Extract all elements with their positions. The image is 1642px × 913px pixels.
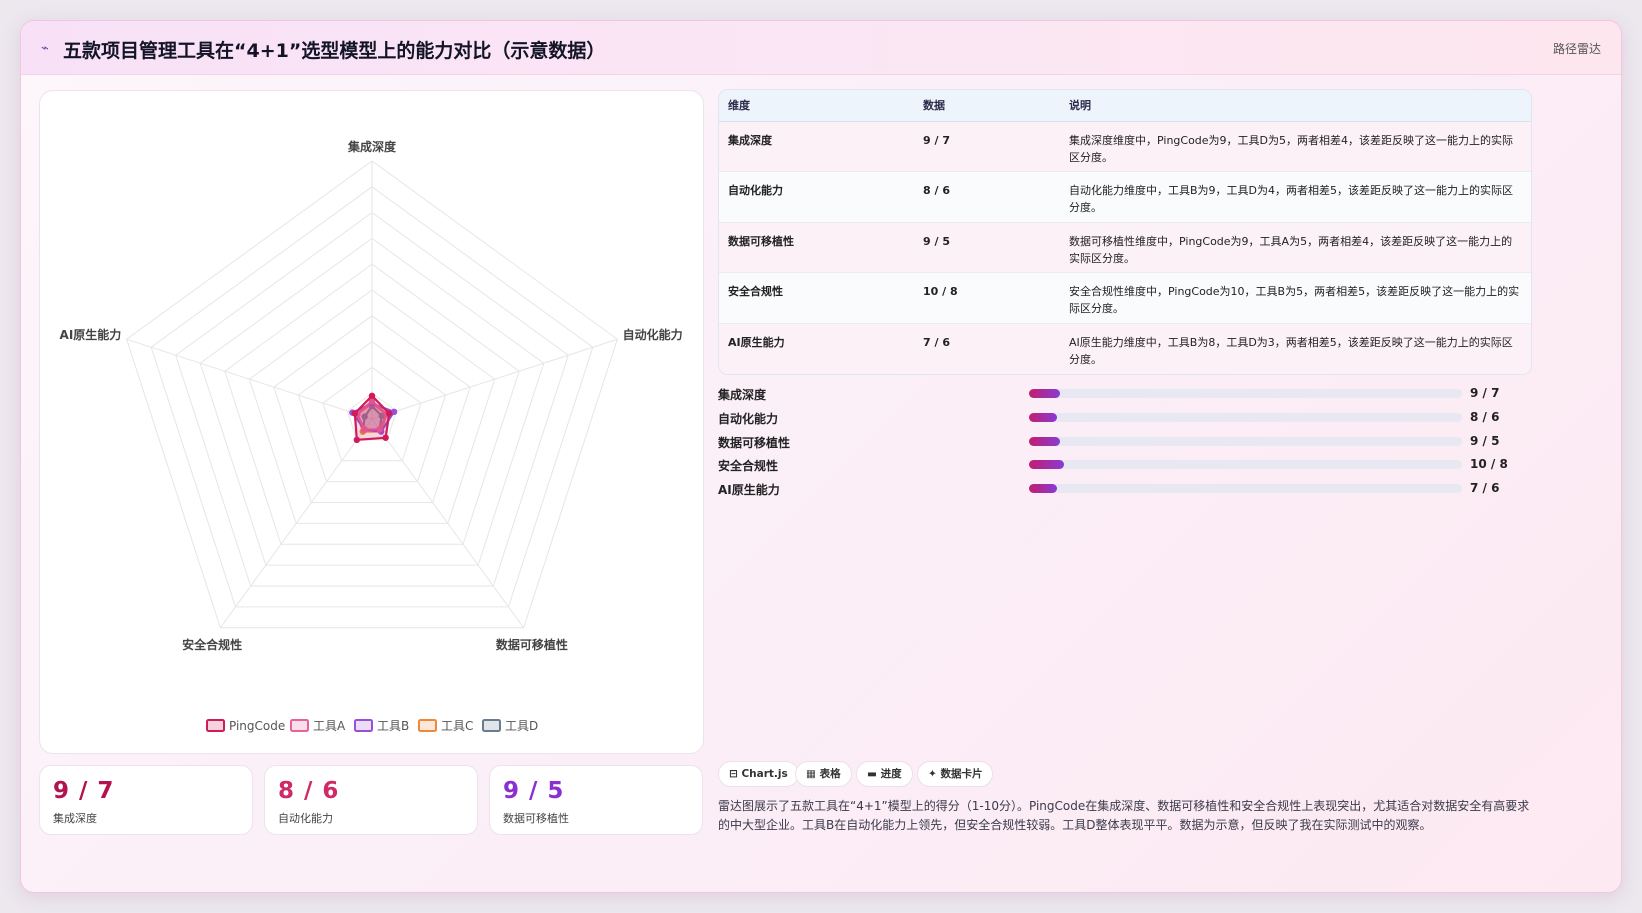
stat-label: 集成深度 [53,812,97,825]
chip-data-card[interactable]: ✦ 数据卡片 [917,761,994,787]
cell-dimension: 集成深度 [719,121,914,173]
progress-value: 7 / 6 [1470,481,1500,496]
table-row: 集成深度 9 / 7 集成深度维度中，PingCode为9，工具D为5，两者相差… [719,121,1531,173]
axis-label: 安全合规性 [182,637,242,652]
legend-label: 工具C [441,719,473,733]
cell-value: 7 / 6 [914,323,1060,374]
stat-value: 9 / 7 [53,778,115,804]
data-table: 维度 数据 说明 集成深度 9 / 7 集成深度维度中，PingCode为9，工… [718,89,1532,375]
stat-card-integration: 9 / 7 集成深度 [39,765,253,835]
stat-card-automation: 8 / 6 自动化能力 [264,765,478,835]
cell-note: 安全合规性维度中，PingCode为10，工具B为5，两者相差5，该差距反映了这… [1060,272,1531,324]
series-point [353,436,361,444]
table-header-row: 维度 数据 说明 [719,90,1531,122]
cell-note: 集成深度维度中，PingCode为9，工具D为5，两者相差4，该差距反映了这一能… [1060,121,1531,173]
chart-line-icon: ⌁ [41,41,49,56]
table-row: 安全合规性 10 / 8 安全合规性维度中，PingCode为10，工具B为5，… [719,272,1531,324]
col-header-data: 数据 [914,90,1060,122]
stat-value: 8 / 6 [278,778,340,804]
progress-label: 安全合规性 [718,459,779,474]
progress-label: AI原生能力 [718,483,780,498]
page-title: 五款项目管理工具在“4+1”选型模型上的能力对比（示意数据） [63,40,606,62]
progress-list: 集成深度 9 / 7 自动化能力 8 / 6 数据可移植性 9 / 5 安全合规… [718,384,1532,503]
cell-dimension: 自动化能力 [719,171,914,223]
progress-row: AI原生能力 7 / 6 [718,479,1532,503]
stat-label: 数据可移植性 [503,812,569,825]
progress-fill [1029,389,1061,398]
cell-value: 10 / 8 [914,272,1060,324]
grid-spoke [126,338,373,420]
col-header-note: 说明 [1060,90,1531,122]
chip-chartjs[interactable]: ⊟ Chart.js [718,761,799,787]
dashboard-card: ⌁ 五款项目管理工具在“4+1”选型模型上的能力对比（示意数据） 路径雷达 集成… [20,20,1622,893]
table-row: 自动化能力 8 / 6 自动化能力维度中，工具B为9，工具D为4，两者相差5，该… [719,171,1531,223]
col-header-dimension: 维度 [719,90,914,122]
progress-value: 9 / 5 [1470,433,1500,448]
header-bar: ⌁ 五款项目管理工具在“4+1”选型模型上的能力对比（示意数据） 路径雷达 [21,21,1621,75]
progress-row: 集成深度 9 / 7 [718,384,1532,408]
legend-label: 工具B [377,719,409,733]
axis-label: AI原生能力 [60,327,122,342]
cell-dimension: 安全合规性 [719,272,914,324]
legend-label: PingCode [229,719,285,733]
progress-row: 安全合规性 10 / 8 [718,455,1532,479]
progress-track [1029,389,1462,398]
cell-value: 9 / 7 [914,121,1060,173]
progress-track [1029,412,1462,422]
legend-swatch [290,719,309,732]
radar-chart: 集成深度自动化能力数据可移植性 安全合规性 AI原生能力 PingCode 工具A 工具B… [60,139,683,733]
table-row: AI原生能力 7 / 6 AI原生能力维度中，工具B为8，工具D为3，两者相差5… [719,323,1531,374]
series-point [382,434,389,441]
cell-value: 9 / 5 [914,222,1060,274]
table-row: 数据可移植性 9 / 5 数据可移植性维度中，PingCode为9，工具A为5，… [719,222,1531,274]
progress-label: 数据可移植性 [718,435,791,450]
progress-label: 集成深度 [718,388,767,402]
chip-progress[interactable]: ▬ 进度 [856,761,913,787]
legend-swatch [482,719,501,732]
cell-value: 8 / 6 [914,171,1060,223]
legend-swatch [418,719,437,732]
progress-track [1029,484,1462,494]
series-point [368,392,376,399]
axis-label: 自动化能力 [623,327,683,342]
progress-track [1029,460,1462,470]
progress-fill [1029,484,1057,494]
progress-row: 数据可移植性 9 / 5 [718,432,1532,456]
radar-chart-panel: 集成深度自动化能力数据可移植性 安全合规性 AI原生能力 PingCode 工具A 工具B… [39,90,704,754]
progress-label: 自动化能力 [718,411,779,426]
axis-label: 数据可移植性 [496,637,568,652]
chip-table[interactable]: ▦ 表格 [795,761,852,787]
series-point [351,410,359,417]
progress-value: 9 / 7 [1470,386,1500,400]
progress-fill [1029,460,1064,470]
cell-note: 数据可移植性维度中，PingCode为9，工具A为5，两者相差4，该差距反映了这… [1060,222,1531,274]
cell-note: 自动化能力维度中，工具B为9，工具D为4，两者相差5，该差距反映了这一能力上的实… [1060,171,1531,223]
stat-card-portability: 9 / 5 数据可移植性 [489,765,703,835]
cell-dimension: AI原生能力 [719,323,914,374]
cell-dimension: 数据可移植性 [719,222,914,274]
progress-fill [1029,436,1061,446]
progress-fill [1029,412,1057,422]
stat-value: 9 / 5 [503,778,565,804]
legend-label: 工具D [505,719,538,733]
legend-swatch [206,719,225,732]
legend-label: 工具A [313,719,346,733]
grid-spoke [371,338,618,420]
series-point [385,410,393,417]
progress-value: 8 / 6 [1470,409,1500,424]
progress-row: 自动化能力 8 / 6 [718,408,1532,432]
progress-track [1029,436,1462,446]
stat-label: 自动化能力 [278,812,333,825]
summary-text: 雷达图展示了五款工具在“4+1”模型上的得分（1-10分）。PingCode在集… [718,799,1530,832]
cell-note: AI原生能力维度中，工具B为8，工具D为3，两者相差5，该差距反映了这一能力上的… [1060,323,1531,374]
legend-swatch [354,719,373,732]
progress-value: 10 / 8 [1470,457,1508,472]
header-tag: 路径雷达 [1552,42,1601,56]
axis-label: 集成深度 [347,139,397,154]
